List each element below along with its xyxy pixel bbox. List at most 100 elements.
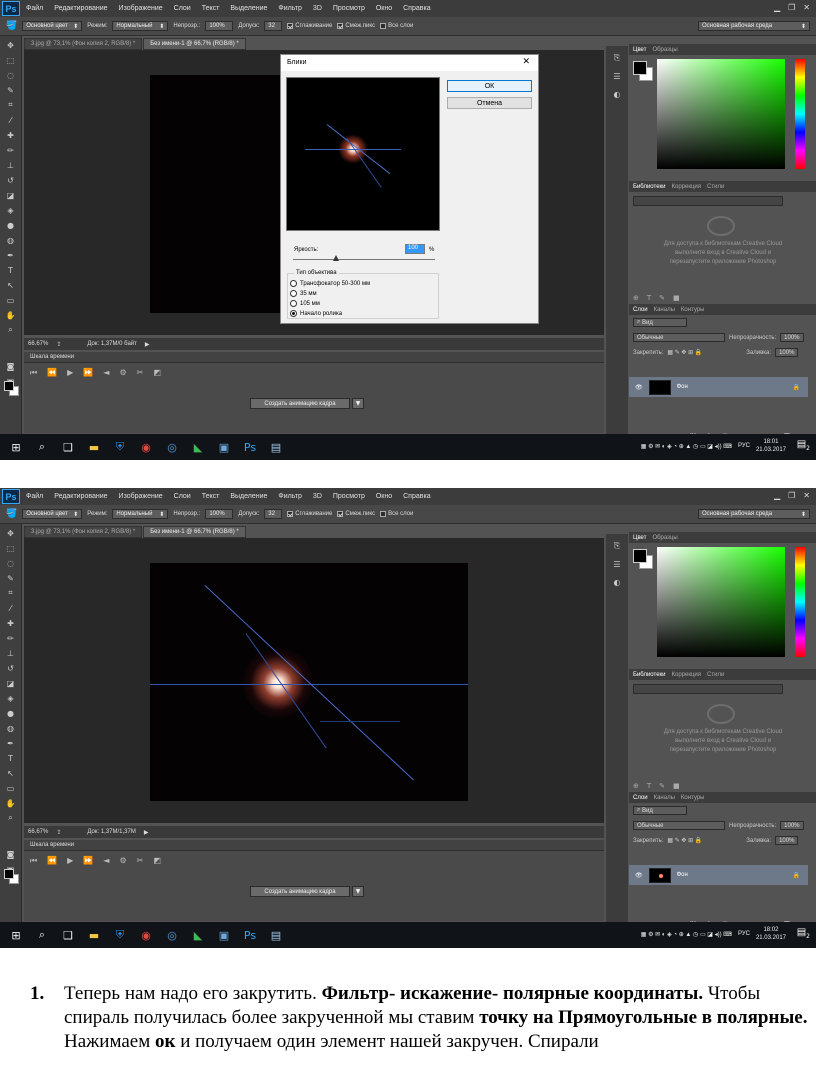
healing-tool-icon[interactable]: ✚ <box>3 129 19 141</box>
tab-styles[interactable]: Стили <box>707 672 724 678</box>
text-icon[interactable]: T <box>647 294 651 302</box>
menu-help[interactable]: Справка <box>403 5 430 12</box>
image-viewer-icon[interactable]: ▣ <box>214 437 234 457</box>
status-arrow-icon[interactable]: ▶ <box>144 829 149 836</box>
healing-tool-icon[interactable]: ✚ <box>3 617 19 629</box>
radio-button[interactable] <box>290 310 297 317</box>
radio-button[interactable] <box>290 280 297 287</box>
lens-option-zoom[interactable]: Трансфокатор 50-300 мм <box>290 280 370 287</box>
history-brush-icon[interactable]: ↺ <box>3 174 19 186</box>
menu-filter[interactable]: Фильтр <box>278 493 302 500</box>
menu-image[interactable]: Изображение <box>119 5 163 12</box>
type-tool-icon[interactable]: T <box>3 752 19 764</box>
shape-tool-icon[interactable]: ▭ <box>3 294 19 306</box>
tray-icons[interactable]: ▦ ⚙ ✉ ◐ ◈ ◔ ⊕ ▲ ◷ ▭ ◪ ◂)) ⌨ <box>641 931 732 938</box>
create-animation-button[interactable]: Создать анимацию кадра <box>250 398 350 409</box>
menu-type[interactable]: Текст <box>202 5 220 12</box>
audio-icon[interactable]: ◄ <box>103 856 109 866</box>
notification-center-icon[interactable]: ▤2 <box>797 439 810 452</box>
fill-source-select[interactable]: Основной цвет ⬍ <box>22 21 83 31</box>
ok-button[interactable]: ОК <box>447 80 532 92</box>
tab-swatches[interactable]: Образцы <box>652 47 677 53</box>
menu-filter[interactable]: Фильтр <box>278 5 302 12</box>
zoom-level[interactable]: 66.67% <box>28 341 48 347</box>
tab-channels[interactable]: Каналы <box>654 795 675 801</box>
eraser-tool-icon[interactable]: ◪ <box>3 677 19 689</box>
marquee-tool-icon[interactable]: ⬚ <box>3 54 19 66</box>
menu-view[interactable]: Просмотр <box>333 493 365 500</box>
sketch-app-icon[interactable]: ◣ <box>188 925 208 945</box>
lens-option-105[interactable]: 105 мм <box>290 300 320 307</box>
ccleaner-icon[interactable]: ◎ <box>162 925 182 945</box>
eraser-tool-icon[interactable]: ◪ <box>3 189 19 201</box>
first-frame-icon[interactable]: ⏮ <box>30 856 37 866</box>
menu-select[interactable]: Выделение <box>230 493 267 500</box>
layer-opacity-input[interactable]: 100% <box>780 821 804 830</box>
shape-tool-icon[interactable]: ▭ <box>3 782 19 794</box>
tab-layers[interactable]: Слои <box>633 795 648 801</box>
create-animation-button[interactable]: Создать анимацию кадра <box>250 886 350 897</box>
transition-icon[interactable]: ◩ <box>153 368 161 378</box>
quick-select-tool-icon[interactable]: ✎ <box>3 572 19 584</box>
menu-file[interactable]: Файл <box>26 5 43 12</box>
color-icon[interactable]: ■ <box>673 294 680 302</box>
tray-icons[interactable]: ▦ ⚙ ✉ ◐ ◈ ◔ ⊕ ▲ ◷ ▭ ◪ ◂)) ⌨ <box>641 443 732 450</box>
tab-swatches[interactable]: Образцы <box>652 535 677 541</box>
lens-option-35[interactable]: 35 мм <box>290 290 317 297</box>
brush-icon[interactable]: ✎ <box>659 294 665 302</box>
paint-bucket-icon[interactable]: 🪣 <box>6 21 17 31</box>
document-canvas[interactable] <box>150 563 468 801</box>
brightness-slider-thumb[interactable] <box>332 255 339 261</box>
export-icon[interactable]: ⇪ <box>56 829 61 836</box>
settings-icon[interactable]: ⚙ <box>119 856 126 866</box>
visibility-eye-icon[interactable]: 👁 <box>635 872 643 879</box>
lasso-tool-icon[interactable]: ◌ <box>3 69 19 81</box>
tab-paths[interactable]: Контуры <box>681 307 705 313</box>
all-layers-checkbox[interactable]: Все слои <box>380 23 413 29</box>
split-icon[interactable]: ✂ <box>137 368 144 378</box>
minimize-icon[interactable]: ▁ <box>774 3 780 12</box>
photos-icon[interactable]: ▤ <box>266 925 286 945</box>
tab-color[interactable]: Цвет <box>633 535 646 541</box>
saturation-field[interactable] <box>657 547 785 657</box>
hue-slider[interactable] <box>795 547 805 657</box>
mode-select[interactable]: Нормальный ⬍ <box>112 21 169 31</box>
brush-icon[interactable]: ✎ <box>659 782 665 790</box>
stamp-tool-icon[interactable]: ⊥ <box>3 159 19 171</box>
menu-edit[interactable]: Редактирование <box>54 493 107 500</box>
hand-tool-icon[interactable]: ✋ <box>3 309 19 321</box>
pen-tool-icon[interactable]: ✒ <box>3 737 19 749</box>
opacity-input[interactable]: 100% <box>205 21 234 31</box>
task-view-icon[interactable]: ❑ <box>58 437 78 457</box>
type-tool-icon[interactable]: T <box>3 264 19 276</box>
paint-bucket-tool-icon[interactable]: ◈ <box>3 692 19 704</box>
color-icon[interactable]: ■ <box>673 782 680 790</box>
menu-window[interactable]: Окно <box>376 5 392 12</box>
layer-kind-select[interactable]: ⌕ Вид <box>633 806 687 815</box>
blur-tool-icon[interactable]: ● <box>3 219 19 231</box>
sketch-app-icon[interactable]: ◣ <box>188 437 208 457</box>
defender-icon[interactable]: ⛨ <box>110 437 130 457</box>
pen-tool-icon[interactable]: ✒ <box>3 249 19 261</box>
layer-row-background[interactable]: 👁 Фон 🔒 <box>629 377 808 397</box>
prev-frame-icon[interactable]: ⏪ <box>47 856 57 866</box>
adjustments-panel-icon[interactable]: ◐ <box>610 576 624 588</box>
photoshop-taskbar-icon[interactable]: Ps <box>240 925 260 945</box>
menu-edit[interactable]: Редактирование <box>54 5 107 12</box>
brightness-slider-track[interactable] <box>293 259 435 260</box>
opacity-input[interactable]: 100% <box>205 509 234 519</box>
properties-panel-icon[interactable]: ☰ <box>610 70 624 82</box>
document-tab[interactable]: 3.jpg @ 73,1% (Фон копия 2, RGB/8) * <box>24 526 143 538</box>
add-content-icon[interactable]: ⊕ <box>633 294 639 302</box>
notification-center-icon[interactable]: ▤2 <box>797 927 810 940</box>
zoom-tool-icon[interactable]: ⌕ <box>3 812 19 824</box>
file-explorer-icon[interactable]: ▬ <box>84 925 104 945</box>
split-icon[interactable]: ✂ <box>137 856 144 866</box>
saturation-field[interactable] <box>657 59 785 169</box>
adjustments-panel-icon[interactable]: ◐ <box>610 88 624 100</box>
menu-file[interactable]: Файл <box>26 493 43 500</box>
tab-paths[interactable]: Контуры <box>681 795 705 801</box>
status-arrow-icon[interactable]: ▶ <box>145 341 150 348</box>
menu-help[interactable]: Справка <box>403 493 430 500</box>
layer-row-background[interactable]: 👁 Фон 🔒 <box>629 865 808 885</box>
